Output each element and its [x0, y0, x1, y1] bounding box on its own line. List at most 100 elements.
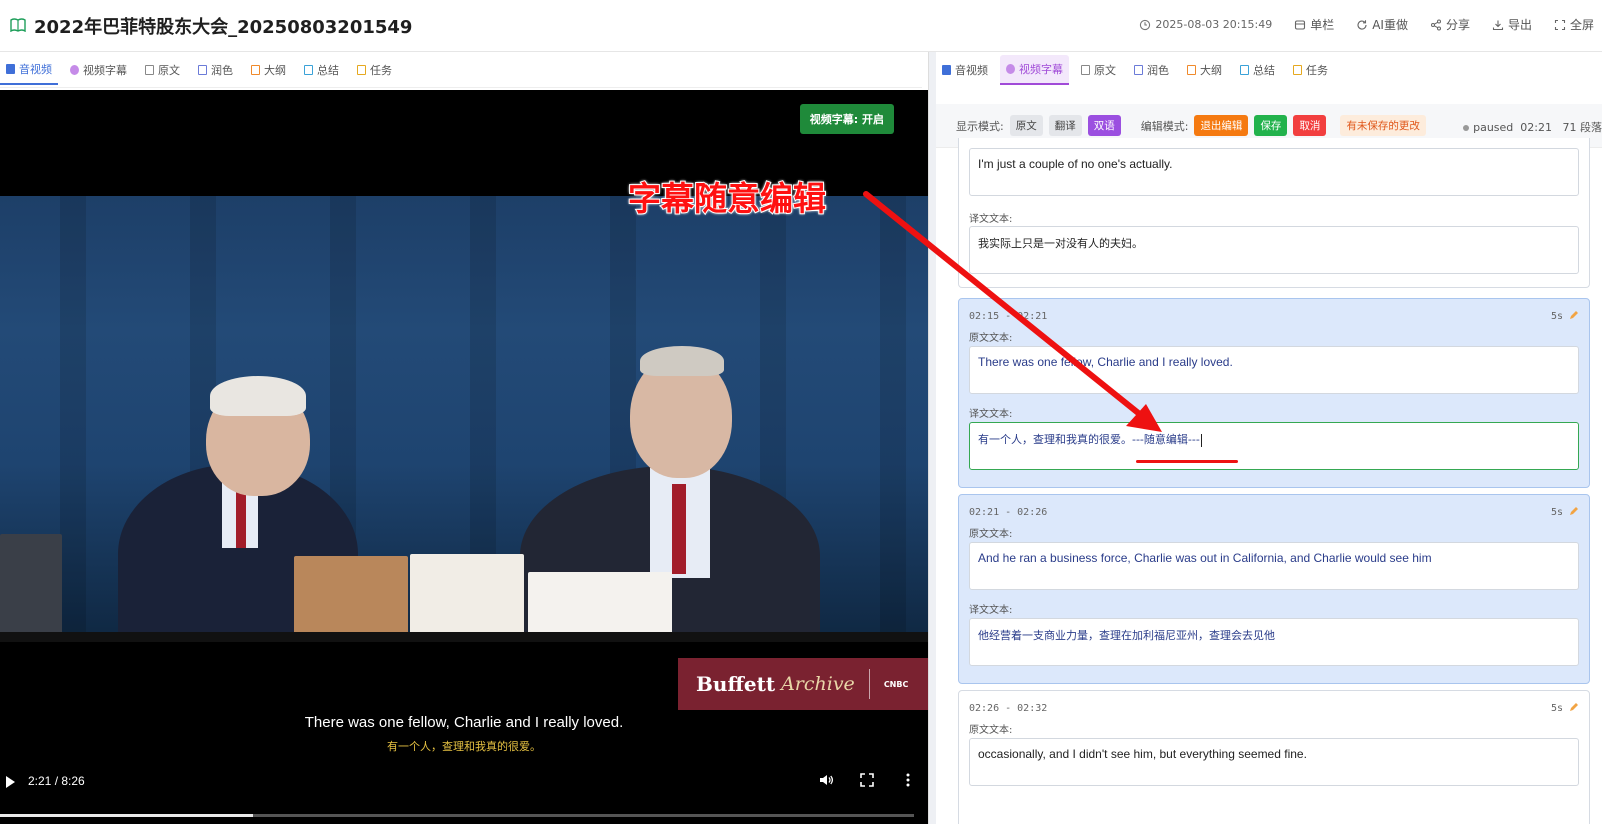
- right-tab-outline[interactable]: 大纲: [1181, 55, 1228, 85]
- display-bilingual-button[interactable]: 双语: [1087, 115, 1121, 136]
- status-text: paused: [1473, 121, 1514, 134]
- document-icon: [1081, 65, 1090, 75]
- subtitle-chinese: 有一个人，查理和我真的很爱。: [387, 740, 541, 753]
- original-text-field[interactable]: occasionally, and I didn't see him, but …: [969, 738, 1579, 786]
- segment-duration: 5s: [1550, 311, 1563, 322]
- media-icon: [942, 65, 951, 75]
- tasks-icon: [1293, 65, 1302, 75]
- tab-original-label: 原文: [158, 63, 180, 77]
- subtitle-segment-active[interactable]: 02:15 - 02:21 5s 原文文本: There was one fel…: [958, 298, 1590, 488]
- translation-label: 译文文本:: [969, 605, 1013, 616]
- book-icon: [10, 18, 26, 32]
- cnbc-logo: CNBC: [883, 679, 909, 689]
- unsaved-changes-badge: 有未保存的更改: [1340, 115, 1426, 136]
- fullscreen-button[interactable]: 全屏: [1554, 16, 1594, 33]
- candy-box-2: [410, 554, 524, 640]
- video-controls: 2:21 / 8:26: [0, 762, 928, 802]
- original-text-field[interactable]: I'm just a couple of no one's actually.: [969, 148, 1579, 196]
- tab-summary[interactable]: 总结: [298, 55, 345, 85]
- segment-time: 02:26 - 02:32: [969, 703, 1048, 714]
- right-tab-tasks-label: 任务: [1306, 64, 1328, 77]
- timestamp: 2025-08-03 20:15:49: [1139, 18, 1272, 31]
- outline-icon: [1187, 65, 1196, 75]
- tab-polish[interactable]: 润色: [192, 55, 239, 85]
- buffett-archive-logo: Buffett Archive CNBC: [678, 658, 928, 710]
- volume-icon[interactable]: [818, 772, 834, 788]
- video-time: 2:21 / 8:26: [28, 774, 85, 788]
- translation-text: 有一个人，查理和我真的很爱。---随意编辑---: [978, 433, 1200, 446]
- share-label: 分享: [1445, 18, 1470, 32]
- tab-video-subtitles-label: 视频字幕: [83, 63, 127, 77]
- subtitle-segment[interactable]: 02:21 - 02:26 5s 原文文本: And he ran a busi…: [958, 494, 1590, 684]
- subtitle-toggle-badge[interactable]: 视频字幕: 开启: [799, 104, 894, 134]
- tab-tasks-label: 任务: [370, 63, 392, 77]
- tab-tasks[interactable]: 任务: [351, 55, 398, 85]
- text-caret: [1200, 433, 1202, 447]
- translation-text-field[interactable]: 他经营着一支商业力量，查理在加利福尼亚州，查理会去见他: [969, 618, 1579, 666]
- columns-icon: [1295, 19, 1306, 30]
- tab-video-subtitles[interactable]: 视频字幕: [64, 55, 133, 85]
- outline-icon: [251, 64, 260, 75]
- single-column-label: 单栏: [1310, 18, 1335, 32]
- subtitle-icon: [70, 64, 79, 75]
- display-translation-button[interactable]: 翻译: [1048, 115, 1082, 136]
- tab-original[interactable]: 原文: [139, 55, 186, 85]
- ai-redo-button[interactable]: AI重做: [1356, 16, 1408, 33]
- right-tab-media-label: 音视频: [955, 64, 988, 77]
- single-column-button[interactable]: 单栏: [1294, 16, 1334, 33]
- export-button[interactable]: 导出: [1492, 16, 1532, 33]
- right-tab-video-subtitles[interactable]: 视频字幕: [1000, 55, 1069, 85]
- pencil-icon[interactable]: [1569, 506, 1579, 516]
- display-original-button[interactable]: 原文: [1009, 115, 1043, 136]
- pencil-icon[interactable]: [1569, 310, 1579, 320]
- subtitle-editor-panel: 显示模式: 原文 翻译 双语 编辑模式: 退出编辑 保存 取消 有未保存的更改 …: [936, 90, 1602, 824]
- right-tab-summary[interactable]: 总结: [1234, 55, 1281, 85]
- summary-icon: [304, 64, 313, 75]
- translation-text-field[interactable]: 我实际上只是一对没有人的夫妇。: [969, 226, 1579, 274]
- subtitle-segment[interactable]: 02:26 - 02:32 5s 原文文本: occasionally, and…: [958, 690, 1590, 824]
- status-time: 02:21: [1520, 121, 1552, 134]
- share-button[interactable]: 分享: [1430, 16, 1470, 33]
- save-button[interactable]: 保存: [1254, 115, 1288, 136]
- fullscreen-video-icon[interactable]: [859, 772, 875, 788]
- subtitle-icon: [1006, 64, 1015, 74]
- cancel-button[interactable]: 取消: [1293, 115, 1327, 136]
- segment-count: 71 段落: [1562, 121, 1602, 134]
- original-text-field[interactable]: There was one fellow, Charlie and I real…: [969, 346, 1579, 394]
- segment-header: 02:26 - 02:32 5s: [969, 703, 1579, 714]
- right-tab-media[interactable]: 音视频: [936, 55, 994, 85]
- original-text-field[interactable]: And he ran a business force, Charlie was…: [969, 542, 1579, 590]
- right-tab-polish[interactable]: 润色: [1128, 55, 1175, 85]
- annotation-underline: [1136, 460, 1238, 463]
- tab-media[interactable]: 音视频: [0, 55, 58, 85]
- subtitle-segment: I'm just a couple of no one's actually. …: [958, 138, 1590, 288]
- original-label: 原文文本:: [969, 725, 1013, 736]
- brand-sub: Archive: [781, 673, 855, 695]
- annotation-label: 字幕随意编辑: [627, 178, 827, 219]
- tab-summary-label: 总结: [317, 63, 339, 77]
- brand-name: Buffett: [696, 672, 776, 696]
- right-tab-tasks[interactable]: 任务: [1287, 55, 1334, 85]
- right-tab-original[interactable]: 原文: [1075, 55, 1122, 85]
- segment-time: 02:21 - 02:26: [969, 507, 1048, 518]
- media-icon: [6, 63, 15, 74]
- play-icon[interactable]: [6, 776, 15, 788]
- pencil-icon[interactable]: [1569, 702, 1579, 712]
- display-mode-label: 显示模式:: [956, 119, 1004, 133]
- video-progress-fill: [0, 814, 254, 817]
- pane-divider[interactable]: [928, 52, 936, 824]
- segment-header: 02:15 - 02:21 5s: [969, 311, 1579, 322]
- pitcher: [0, 534, 62, 640]
- right-tab-bar: 音视频 视频字幕 原文 润色 大纲 总结 任务: [936, 52, 1602, 88]
- translation-text-field-editing[interactable]: 有一个人，查理和我真的很爱。---随意编辑---: [969, 422, 1579, 470]
- candy-box-3: [528, 572, 672, 640]
- more-icon[interactable]: [900, 772, 916, 788]
- exit-edit-button[interactable]: 退出编辑: [1194, 115, 1249, 136]
- tab-outline[interactable]: 大纲: [245, 55, 292, 85]
- translation-label: 译文文本:: [969, 409, 1013, 420]
- original-label: 原文文本:: [969, 333, 1013, 344]
- timestamp-text: 2025-08-03 20:15:49: [1155, 18, 1273, 31]
- document-icon: [145, 64, 154, 75]
- video-progress-bar[interactable]: [0, 814, 914, 817]
- right-tab-video-subtitles-label: 视频字幕: [1019, 63, 1063, 76]
